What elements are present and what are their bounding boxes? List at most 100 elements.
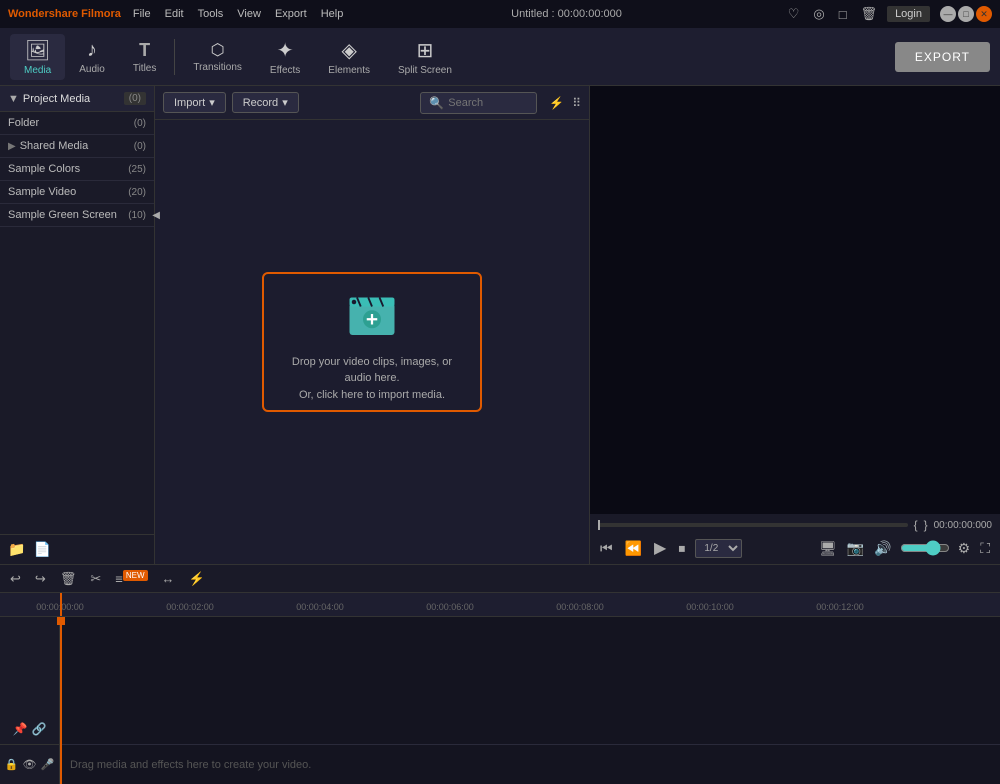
toolbar-splitscreen[interactable]: ⊞ Split Screen (384, 34, 466, 80)
center-toolbar: Import ▾ Record ▾ 🔍 ⚡ ⠿ (155, 86, 589, 120)
delete-button[interactable]: 🗑 (56, 569, 81, 589)
list-button[interactable]: ≡NEW (111, 569, 151, 588)
effects-label: Effects (270, 65, 300, 76)
sample-green-screen-count: (10) (128, 210, 146, 221)
add-folder-button[interactable]: 📁 (8, 541, 25, 558)
menu-edit[interactable]: Edit (159, 6, 190, 22)
preview-area (590, 86, 1000, 514)
sample-colors-label: Sample Colors (8, 163, 128, 175)
sidebar-item-shared-media[interactable]: ▶ Shared Media (0) (0, 135, 154, 158)
heart-icon[interactable]: ♡ (784, 4, 804, 24)
toolbar-effects[interactable]: ✦ Effects (256, 34, 314, 80)
bracket-right-icon[interactable]: } (924, 518, 928, 532)
menu-view[interactable]: View (231, 6, 267, 22)
record-button[interactable]: Record ▾ (232, 92, 299, 113)
drag-text: Drag media and effects here to create yo… (70, 759, 311, 771)
undo-button[interactable]: ↩ (6, 569, 25, 589)
monitor-icon[interactable]: 🖥 (817, 538, 839, 559)
sidebar-item-sample-colors[interactable]: Sample Colors (25) (0, 158, 154, 181)
track-mic-icon[interactable]: 🎤 (40, 758, 54, 771)
import-label: Import (174, 97, 205, 109)
refresh-icon[interactable]: ◎ (809, 4, 828, 24)
project-media-header: ▼ Project Media (0) (0, 86, 154, 112)
ruler-mark-4: 00:00:08:00 (556, 602, 604, 612)
media-label: Media (24, 65, 51, 76)
snapshot-icon[interactable]: 📷 (845, 538, 866, 559)
filter-icon[interactable]: ⚡ (549, 96, 564, 110)
volume-icon[interactable]: 🔊 (872, 538, 893, 559)
drop-zone[interactable]: Drop your video clips, images, or audio … (262, 272, 482, 412)
sample-colors-count: (25) (128, 164, 146, 175)
menu-tools[interactable]: Tools (192, 6, 230, 22)
speed-button[interactable]: ⚡ (185, 569, 209, 589)
scale-select[interactable]: 1/2 1/4 Full (695, 539, 742, 558)
snap-icon[interactable]: 📌 (13, 722, 28, 736)
time-display: 00:00:00:000 (934, 520, 992, 531)
timeline-playhead-line (60, 617, 62, 784)
menu-help[interactable]: Help (315, 6, 350, 22)
fullscreen-icon[interactable]: ⛶ (978, 538, 992, 559)
arrow-icon: ▶ (8, 141, 16, 152)
track-eye-icon[interactable]: 👁 (23, 758, 37, 771)
control-row: ⏮ ⏪ ▶ ⏹ 1/2 1/4 Full 🖥 📷 🔊 ⚙ ⛶ (598, 536, 992, 560)
sidebar-item-sample-green-screen[interactable]: Sample Green Screen (10) ◀ (0, 204, 154, 227)
close-button[interactable]: ✕ (976, 6, 992, 22)
save-icon[interactable]: □ (835, 5, 851, 24)
frame-back-button[interactable]: ⏪ (623, 538, 644, 559)
export-button[interactable]: EXPORT (895, 42, 990, 72)
media-icon: 🖼 (25, 38, 50, 63)
collapse-arrow[interactable]: ◀ (152, 210, 160, 221)
expand-button[interactable]: ↔ (158, 569, 179, 588)
app-logo: Wondershare Filmora (8, 8, 121, 20)
titles-label: Titles (133, 63, 157, 74)
import-button[interactable]: Import ▾ (163, 92, 226, 113)
sidebar-item-sample-video[interactable]: Sample Video (20) (0, 181, 154, 204)
add-file-button[interactable]: 📄 (33, 541, 50, 558)
record-chevron-icon: ▾ (282, 96, 288, 109)
volume-slider[interactable] (900, 540, 950, 556)
left-panel: ▼ Project Media (0) Folder (0) ▶ Shared … (0, 86, 155, 564)
search-box[interactable]: 🔍 (420, 92, 537, 114)
search-input[interactable] (448, 97, 528, 109)
toolbar-transitions[interactable]: ⬡ Transitions (179, 36, 256, 77)
menu-file[interactable]: File (127, 6, 157, 22)
toolbar-elements[interactable]: ◈ Elements (314, 34, 384, 80)
bracket-left-icon[interactable]: { (914, 518, 918, 532)
maximize-button[interactable]: □ (958, 6, 974, 22)
sidebar-item-folder[interactable]: Folder (0) (0, 112, 154, 135)
folder-icon: ▼ (8, 93, 19, 105)
drag-text-area: Drag media and effects here to create yo… (60, 744, 1000, 784)
play-button[interactable]: ▶ (652, 536, 668, 560)
grid-icon[interactable]: ⠿ (572, 96, 581, 110)
search-icon: 🔍 (429, 96, 444, 110)
toolbar-audio[interactable]: ♪ Audio (65, 35, 119, 79)
magnet-icon[interactable]: 🔗 (32, 722, 47, 736)
shared-media-label: Shared Media (20, 140, 134, 152)
ruler-mark-6: 00:00:12:00 (816, 602, 864, 612)
track-lock-icon[interactable]: 🔒 (5, 758, 19, 771)
timeline-tracks-right: Drag media and effects here to create yo… (60, 617, 1000, 784)
new-badge: NEW (123, 570, 148, 581)
progress-bar[interactable] (598, 523, 908, 527)
timeline-toolbar: ↩ ↪ 🗑 ✂ ≡NEW ↔ ⚡ (0, 565, 1000, 593)
login-button[interactable]: Login (887, 6, 930, 22)
timeline: ↩ ↪ 🗑 ✂ ≡NEW ↔ ⚡ 00:00:00:00 00:00:02:00… (0, 564, 1000, 784)
sample-video-label: Sample Video (8, 186, 128, 198)
cut-button[interactable]: ✂ (86, 569, 105, 589)
skip-back-button[interactable]: ⏮ (598, 538, 615, 559)
minimize-button[interactable]: — (940, 6, 956, 22)
menu-export[interactable]: Export (269, 6, 313, 22)
title-bar: Wondershare Filmora File Edit Tools View… (0, 0, 1000, 28)
stop-button[interactable]: ⏹ (676, 538, 687, 559)
main-toolbar: 🖼 Media ♪ Audio T Titles ⬡ Transitions ✦… (0, 28, 1000, 86)
toolbar-titles[interactable]: T Titles (119, 36, 171, 78)
settings-icon[interactable]: ⚙ (956, 538, 973, 559)
redo-button[interactable]: ↪ (31, 569, 50, 589)
record-label: Record (243, 97, 278, 109)
splitscreen-label: Split Screen (398, 65, 452, 76)
ruler-mark-2: 00:00:04:00 (296, 602, 344, 612)
trash-icon[interactable]: 🗑 (857, 4, 882, 24)
center-icons: ⚡ ⠿ (549, 96, 581, 110)
transitions-icon: ⬡ (211, 40, 225, 60)
toolbar-media[interactable]: 🖼 Media (10, 34, 65, 80)
